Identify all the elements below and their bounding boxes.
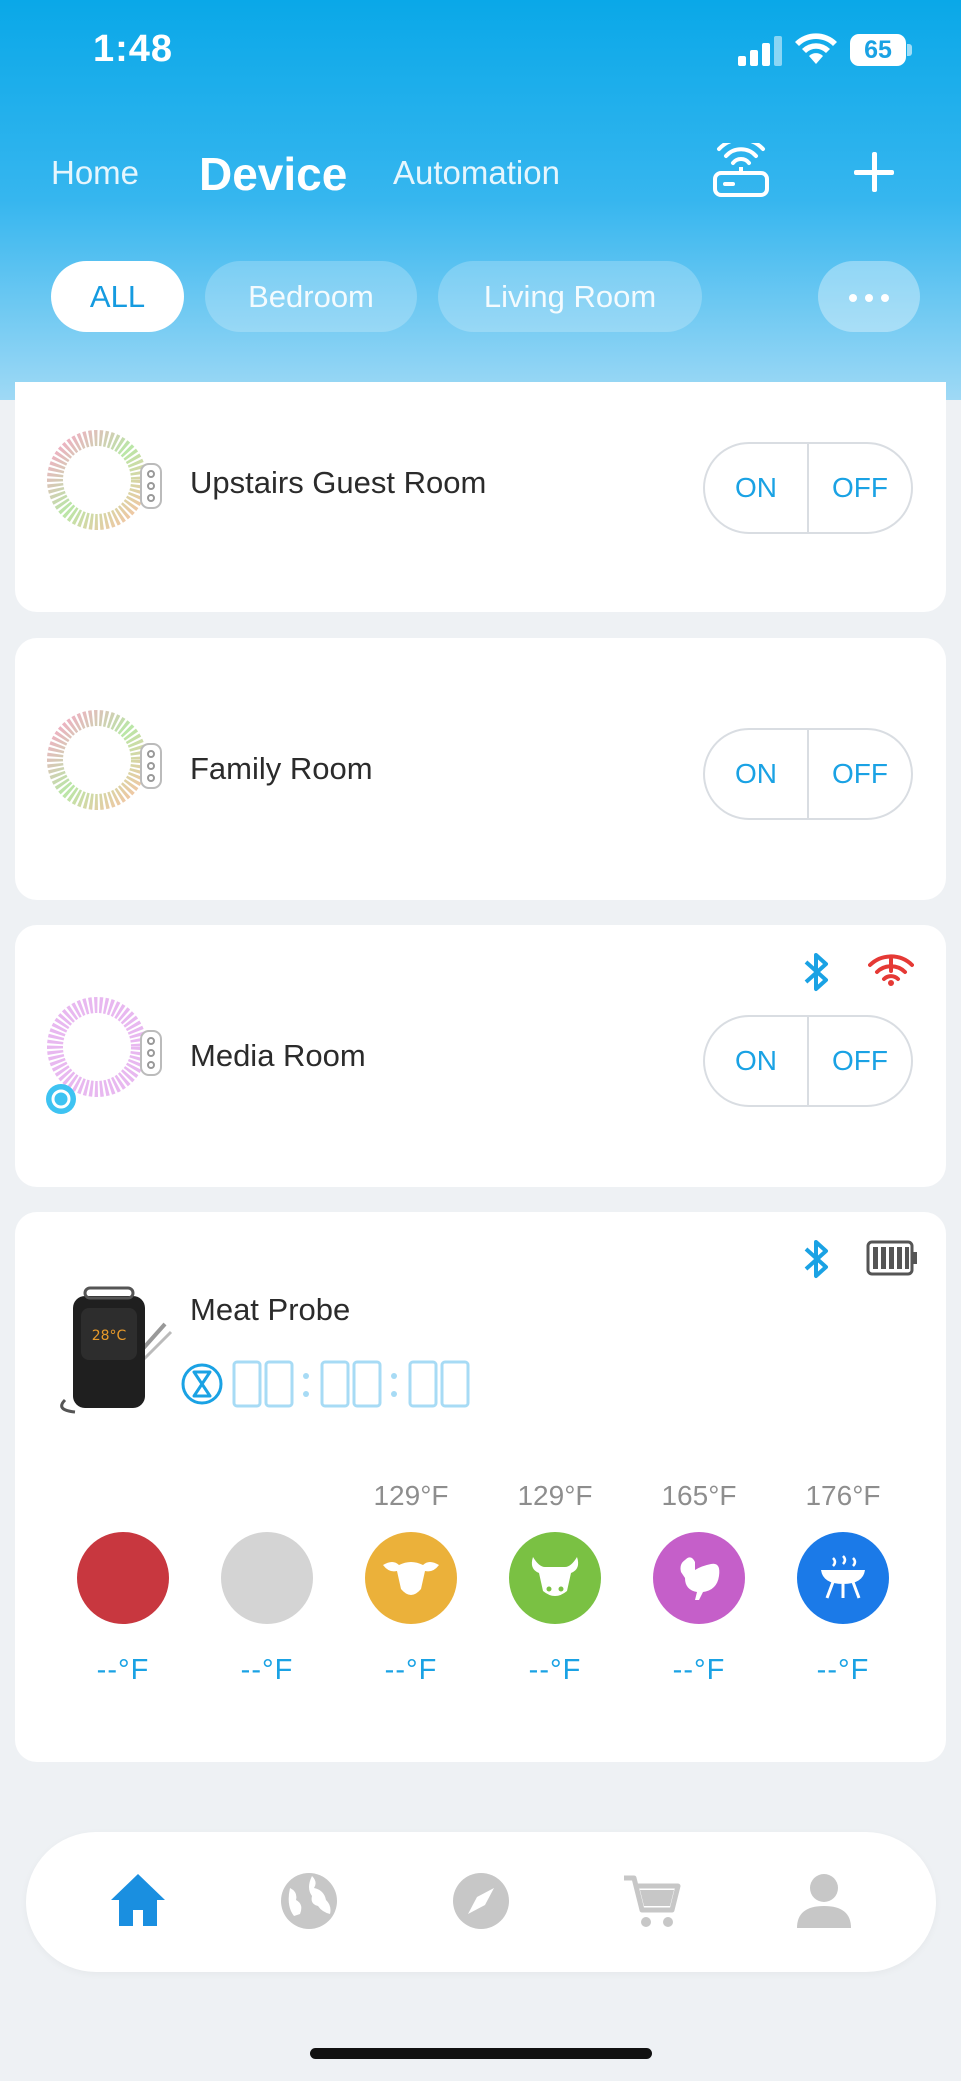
probe-color-dot [221, 1532, 313, 1624]
home-icon[interactable] [107, 1870, 169, 1932]
add-device-button[interactable] [850, 148, 898, 196]
off-button[interactable]: OFF [809, 1017, 911, 1105]
device-card-family-room[interactable]: Family Room ON OFF [15, 638, 946, 900]
off-button[interactable]: OFF [809, 444, 911, 532]
filter-chip-living-room[interactable]: Living Room [438, 261, 702, 332]
device-card-upstairs-guest-room[interactable]: Upstairs Guest Room ON OFF [15, 382, 946, 612]
battery-full-icon [866, 1240, 917, 1276]
chicken-icon [680, 1557, 720, 1600]
tab-automation[interactable]: Automation [393, 154, 560, 192]
more-filters-button[interactable] [818, 261, 920, 332]
probe-current-temp: --°F [384, 1654, 438, 1686]
beef-icon [531, 1557, 579, 1596]
probe-current-temp: --°F [240, 1654, 294, 1686]
device-name: Media Room [190, 1038, 366, 1073]
device-card-media-room[interactable]: Media Room ON OFF [15, 925, 946, 1187]
cart-icon[interactable] [622, 1870, 684, 1932]
hub-device-button[interactable] [711, 143, 771, 199]
globe-icon[interactable] [278, 1870, 340, 1932]
probe-target-temp: 129°F [517, 1480, 593, 1511]
meat-probe-device-image: 28°C [60, 1286, 173, 1414]
profile-icon[interactable] [793, 1870, 855, 1932]
probe-color-dot [509, 1532, 601, 1624]
off-button[interactable]: OFF [809, 730, 911, 818]
led-strip-icon [47, 710, 162, 810]
probe-target-temp: 176°F [805, 1480, 881, 1511]
probe-4[interactable]: 129°F --°F [485, 1480, 625, 1687]
probe-5[interactable]: 165°F --°F [629, 1480, 769, 1687]
status-bar: 1:48 65 [0, 0, 961, 105]
probe-target-temp: 165°F [661, 1480, 737, 1511]
power-toggle: ON OFF [703, 1015, 913, 1107]
probe-color-dot [365, 1532, 457, 1624]
home-indicator [310, 2048, 652, 2059]
probe-6[interactable]: 176°F --°F [773, 1480, 913, 1687]
probe-target-temp: 129°F [373, 1480, 449, 1511]
timer-display [181, 1360, 470, 1408]
device-card-meat-probe[interactable]: 28°C Meat Probe --°F --°F 129°F --°F 129… [15, 1212, 946, 1762]
tab-home[interactable]: Home [51, 154, 139, 192]
probe-target-temp [197, 1480, 337, 1514]
compass-icon[interactable] [450, 1870, 512, 1932]
probe-target-temp [53, 1480, 193, 1514]
on-button[interactable]: ON [705, 730, 809, 818]
tab-device[interactable]: Device [199, 147, 347, 201]
on-button[interactable]: ON [705, 1017, 809, 1105]
probe-current-temp: --°F [672, 1654, 726, 1686]
wifi-disconnected-icon [868, 954, 914, 986]
filter-chip-bedroom[interactable]: Bedroom [205, 261, 417, 332]
probe-3[interactable]: 129°F --°F [341, 1480, 481, 1687]
cellular-signal-icon [738, 36, 782, 66]
probe-color-dot [77, 1532, 169, 1624]
bottom-tab-bar [26, 1832, 936, 1972]
led-strip-icon [46, 997, 162, 1114]
on-button[interactable]: ON [705, 444, 809, 532]
led-strip-icon [47, 430, 162, 530]
battery-level: 65 [850, 34, 906, 66]
power-toggle: ON OFF [703, 728, 913, 820]
probe-color-dot [653, 1532, 745, 1624]
filter-chip-all[interactable]: ALL [51, 261, 184, 332]
probe-current-temp: --°F [816, 1654, 870, 1686]
bluetooth-icon [804, 953, 828, 991]
probe-1[interactable]: --°F [53, 1480, 193, 1687]
probe-current-temp: --°F [96, 1654, 150, 1686]
device-name: Family Room [190, 751, 373, 786]
probe-screen-text: 28°C [92, 1328, 127, 1344]
device-name: Upstairs Guest Room [190, 465, 487, 500]
power-toggle: ON OFF [703, 442, 913, 534]
battery-icon: 65 [850, 34, 912, 66]
lamb-icon [383, 1562, 439, 1595]
status-time: 1:48 [93, 28, 174, 70]
device-name: Meat Probe [190, 1292, 351, 1327]
bluetooth-icon [804, 1240, 828, 1278]
probe-color-dot [797, 1532, 889, 1624]
probe-current-temp: --°F [528, 1654, 582, 1686]
grill-icon [821, 1555, 865, 1599]
wifi-icon [795, 33, 837, 64]
probe-2[interactable]: --°F [197, 1480, 337, 1687]
